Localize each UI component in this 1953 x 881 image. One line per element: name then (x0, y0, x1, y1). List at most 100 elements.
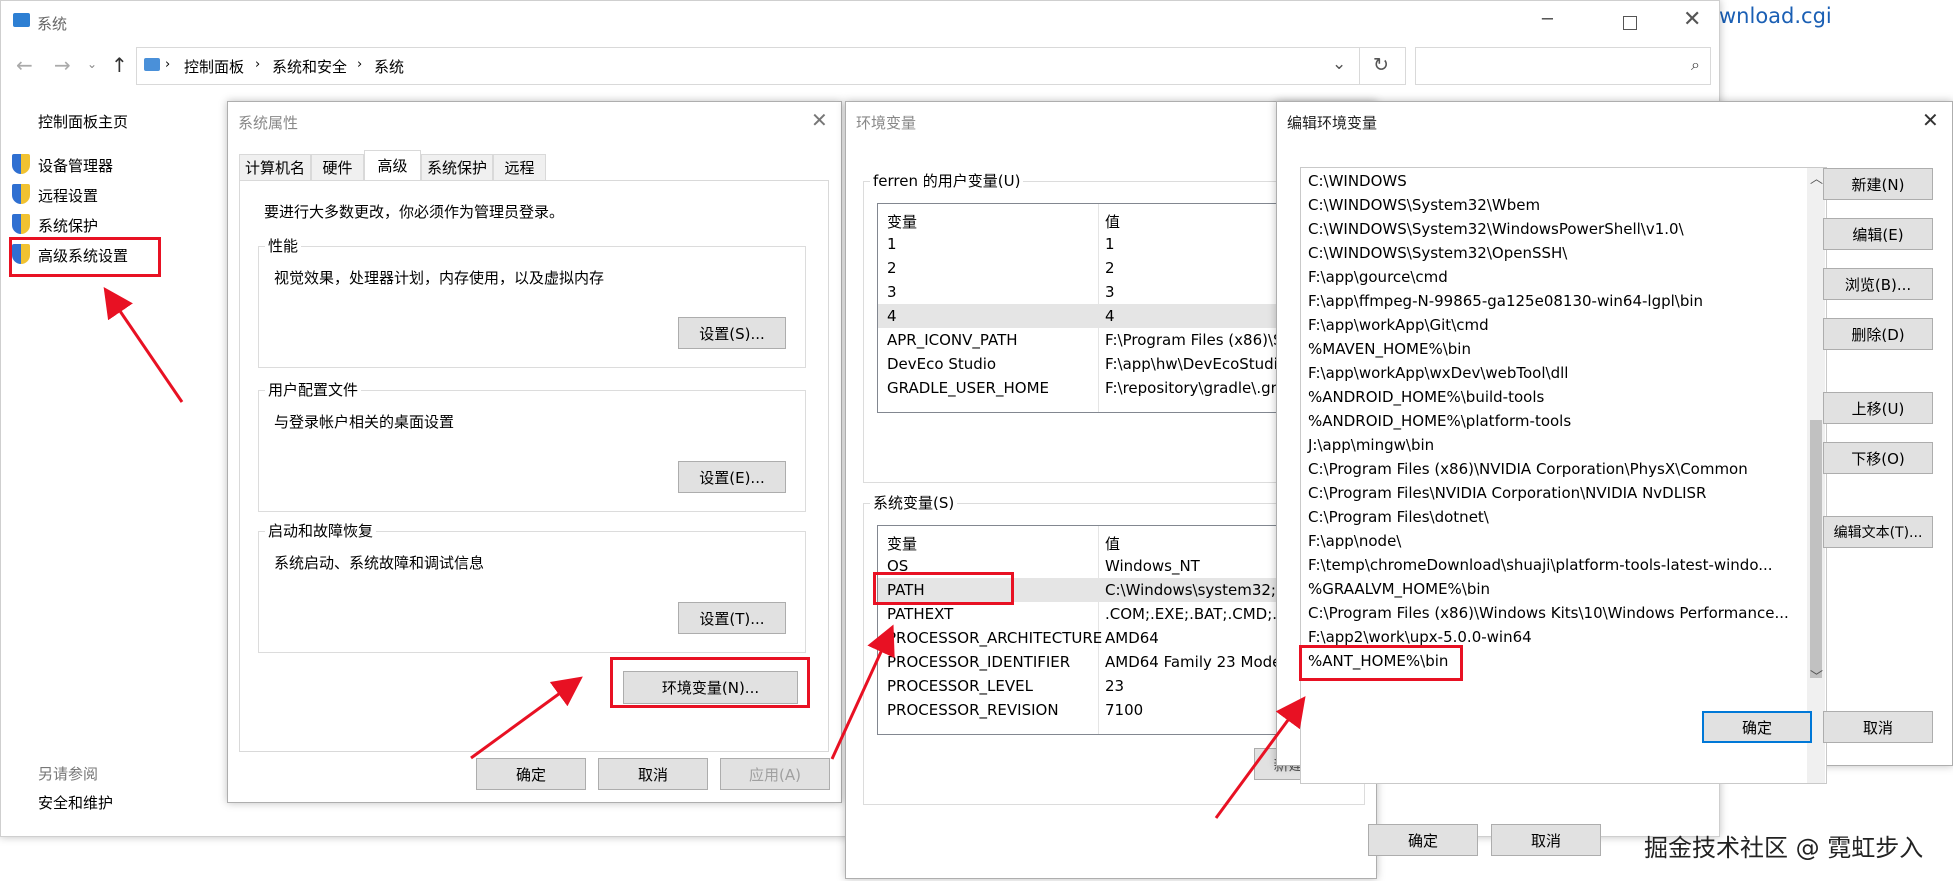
column-header-value: 值 (1105, 535, 1121, 553)
maximize-button[interactable] (1623, 16, 1637, 30)
list-item[interactable]: J:\app\mingw\bin (1308, 436, 1826, 460)
highlight-path-row (873, 572, 1014, 605)
sidebar-title[interactable]: 控制面板主页 (38, 111, 128, 132)
refresh-icon: ↻ (1373, 54, 1389, 76)
address-bar[interactable]: › 控制面板 › 系统和安全 › 系统 ⌄ (136, 47, 1360, 85)
shield-icon (12, 214, 30, 234)
column-header-variable: 变量 (887, 213, 918, 231)
env-cancel-button[interactable]: 取消 (1491, 824, 1601, 856)
column-header-variable: 变量 (887, 535, 918, 553)
breadcrumb-sep: › (357, 57, 363, 72)
env-ok-button[interactable]: 确定 (1368, 824, 1478, 856)
list-item[interactable]: F:\app\node\ (1308, 532, 1826, 556)
ok-button[interactable]: 确定 (476, 758, 586, 790)
minimize-button[interactable]: ─ (1542, 9, 1553, 30)
watermark: 掘金技术社区 @ 霓虹步入 (1644, 834, 1924, 862)
performance-settings-button[interactable]: 设置(S)... (678, 317, 786, 349)
shield-icon (12, 184, 30, 204)
breadcrumb-item-security[interactable]: 系统和安全 (272, 56, 347, 77)
dialog-title: 系统属性 (238, 114, 299, 132)
sidebar-item-remote[interactable]: 远程设置 (38, 185, 98, 206)
close-button[interactable]: ✕ (1683, 7, 1701, 32)
up-arrow-icon[interactable]: ↑ (111, 53, 128, 77)
sidebar-item-device-manager[interactable]: 设备管理器 (38, 155, 113, 176)
performance-label: 性能 (265, 235, 302, 256)
cancel-button[interactable]: 取消 (598, 758, 708, 790)
list-item[interactable]: F:\app\workApp\Git\cmd (1308, 316, 1826, 340)
tab-computer-name[interactable]: 计算机名 (239, 154, 311, 180)
highlight-env-button (610, 657, 810, 708)
list-item[interactable]: C:\WINDOWS\System32\Wbem (1308, 196, 1826, 220)
refresh-button[interactable]: ↻ (1359, 47, 1406, 85)
list-item[interactable]: C:\Program Files (x86)\Windows Kits\10\W… (1308, 604, 1826, 628)
startup-settings-button[interactable]: 设置(T)... (678, 602, 786, 634)
tab-remote[interactable]: 远程 (493, 154, 546, 180)
breadcrumb-sep: › (165, 57, 171, 72)
background-url-text: wnload.cgi (1719, 4, 1832, 28)
startup-recovery-label: 启动和故障恢复 (265, 520, 377, 541)
list-item[interactable]: %ANDROID_HOME%\platform-tools (1308, 412, 1826, 436)
recent-dropdown-icon[interactable]: ⌄ (87, 57, 97, 71)
list-item[interactable]: C:\Program Files\NVIDIA Corporation\NVID… (1308, 484, 1826, 508)
list-item[interactable]: C:\Program Files (x86)\NVIDIA Corporatio… (1308, 460, 1826, 484)
search-icon: ⌕ (1691, 55, 1700, 74)
close-icon[interactable]: ✕ (811, 108, 828, 132)
window-title: 系统 (37, 15, 68, 33)
list-item[interactable]: F:\app\ffmpeg-N-99865-ga125e08130-win64-… (1308, 292, 1826, 316)
new-button[interactable]: 新建(N) (1823, 168, 1933, 200)
performance-desc: 视觉效果，处理器计划，内存使用，以及虚拟内存 (274, 269, 605, 287)
edit-text-button[interactable]: 编辑文本(T)... (1823, 516, 1933, 548)
close-icon[interactable]: ✕ (1922, 108, 1939, 132)
startup-recovery-desc: 系统启动、系统故障和调试信息 (274, 554, 485, 572)
edit-cancel-button[interactable]: 取消 (1823, 711, 1933, 743)
edit-ok-button[interactable]: 确定 (1702, 711, 1812, 743)
list-item[interactable]: F:\app\workApp\wxDev\webTool\dll (1308, 364, 1826, 388)
forward-arrow-icon[interactable]: → (54, 53, 71, 77)
see-also-label: 另请参阅 (38, 765, 99, 783)
edit-button[interactable]: 编辑(E) (1823, 218, 1933, 250)
tab-hardware[interactable]: 硬件 (311, 154, 364, 180)
list-item[interactable]: C:\WINDOWS\System32\OpenSSH\ (1308, 244, 1826, 268)
list-item[interactable]: %ANDROID_HOME%\build-tools (1308, 388, 1826, 412)
user-profiles-group: 用户配置文件 与登录帐户相关的桌面设置 设置(E)... (258, 379, 806, 512)
list-item[interactable]: %GRAALVM_HOME%\bin (1308, 580, 1826, 604)
shield-icon (12, 154, 30, 174)
admin-note: 要进行大多数更改，你必须作为管理员登录。 (264, 203, 565, 221)
move-down-button[interactable]: 下移(O) (1823, 442, 1933, 474)
scroll-up-icon[interactable]: ︿ (1810, 168, 1823, 187)
scroll-down-icon[interactable]: ﹀ (1810, 666, 1823, 685)
browse-button[interactable]: 浏览(B)... (1823, 268, 1933, 300)
user-profiles-settings-button[interactable]: 设置(E)... (678, 461, 786, 493)
sidebar-item-protection[interactable]: 系统保护 (38, 215, 98, 236)
chevron-down-icon[interactable]: ⌄ (1332, 54, 1346, 74)
list-item[interactable]: C:\WINDOWS\System32\WindowsPowerShell\v1… (1308, 220, 1826, 244)
back-arrow-icon[interactable]: ← (16, 53, 33, 77)
list-item[interactable]: C:\Program Files\dotnet\ (1308, 508, 1826, 532)
startup-recovery-group: 启动和故障恢复 系统启动、系统故障和调试信息 设置(T)... (258, 520, 806, 653)
tab-system-protection[interactable]: 系统保护 (421, 154, 493, 180)
dialog-title: 环境变量 (856, 114, 917, 132)
user-profiles-desc: 与登录帐户相关的桌面设置 (274, 413, 455, 431)
tab-strip: 计算机名 硬件 高级 系统保护 远程 (239, 150, 819, 180)
list-item[interactable]: %MAVEN_HOME%\bin (1308, 340, 1826, 364)
scrollbar[interactable]: ︿ ﹀ (1807, 168, 1825, 783)
scrollbar-thumb[interactable] (1810, 420, 1822, 678)
tab-advanced[interactable]: 高级 (364, 150, 421, 180)
list-item[interactable]: C:\WINDOWS (1308, 172, 1826, 196)
dialog-title: 编辑环境变量 (1287, 114, 1378, 132)
path-entries-list[interactable]: C:\WINDOWS C:\WINDOWS\System32\Wbem C:\W… (1300, 167, 1827, 784)
move-up-button[interactable]: 上移(U) (1823, 392, 1933, 424)
breadcrumb-item-control-panel[interactable]: 控制面板 (184, 56, 244, 77)
apply-button[interactable]: 应用(A) (720, 758, 830, 790)
column-header-value: 值 (1105, 213, 1121, 231)
search-input[interactable]: ⌕ (1415, 47, 1711, 85)
list-item[interactable]: F:\temp\chromeDownload\shuaji\platform-t… (1308, 556, 1826, 580)
breadcrumb-sep: › (255, 57, 261, 72)
performance-group: 性能 视觉效果，处理器计划，内存使用，以及虚拟内存 设置(S)... (258, 235, 806, 368)
window-icon (13, 13, 30, 27)
list-item[interactable]: F:\app\gource\cmd (1308, 268, 1826, 292)
breadcrumb-item-system[interactable]: 系统 (374, 56, 404, 77)
system-variables-label: 系统变量(S) (870, 492, 958, 513)
delete-button[interactable]: 删除(D) (1823, 318, 1933, 350)
see-also-security[interactable]: 安全和维护 (38, 792, 113, 813)
